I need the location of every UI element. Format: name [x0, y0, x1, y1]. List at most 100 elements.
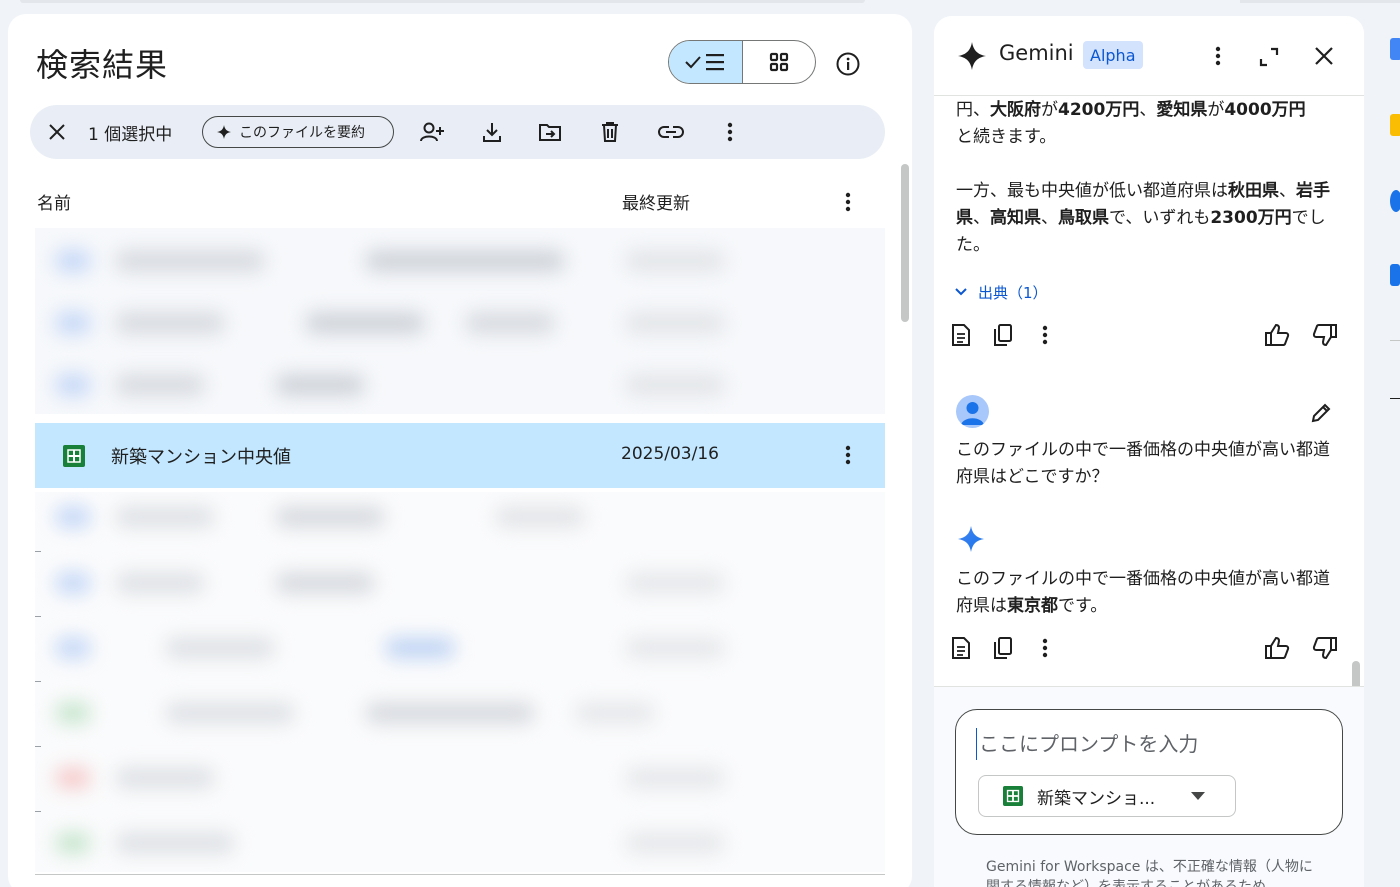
copy-button[interactable] [990, 322, 1016, 348]
close-icon [1315, 47, 1333, 65]
list-view-button[interactable] [669, 41, 743, 83]
row-more-button[interactable] [838, 443, 858, 467]
thumbs-up-icon [1265, 636, 1290, 659]
thumbs-down-icon [1312, 637, 1337, 660]
edit-prompt-button[interactable] [1310, 402, 1334, 426]
thumbs-down-button[interactable] [1312, 635, 1338, 661]
row-divider-tick [35, 551, 41, 552]
user-question: このファイルの中で一番価格の中央値が高い都道府県はどこですか？ [956, 440, 1330, 487]
copy-icon [994, 324, 1012, 346]
clear-selection-button[interactable] [44, 105, 70, 159]
grid-view-button[interactable] [743, 41, 816, 83]
previous-answer-text: 円、大阪府が4200万円、愛知県が4000万円 と続きます。 [956, 100, 1306, 147]
check-list-icon [685, 54, 725, 71]
gemini-more-button[interactable] [1208, 44, 1228, 68]
selected-file-row[interactable]: 新築マンション中央値 2025/03/16 [35, 423, 885, 488]
calendar-app-icon[interactable] [1390, 38, 1400, 60]
more-vert-icon [727, 122, 733, 142]
file-context-dropdown[interactable]: 新築マンショ... [978, 775, 1236, 817]
gemini-header: Gemini Alpha [934, 16, 1364, 96]
thumbs-down-button[interactable] [1312, 322, 1338, 348]
more-vert-icon [1215, 46, 1221, 66]
row-divider-tick [35, 681, 41, 682]
delete-button[interactable] [598, 105, 622, 159]
export-doc-button[interactable] [948, 322, 974, 348]
document-icon [952, 324, 970, 346]
gemini-sparkle-icon [958, 526, 984, 556]
info-button[interactable] [834, 50, 862, 78]
alpha-badge: Alpha [1083, 41, 1143, 69]
sheets-icon [1003, 786, 1023, 806]
pencil-icon [1311, 403, 1331, 423]
row-divider-tick [35, 811, 41, 812]
sources-toggle[interactable]: 出典（1） [954, 280, 1048, 304]
share-button[interactable] [418, 105, 448, 159]
info-icon [836, 52, 860, 76]
selection-toolbar: 1 個選択中 このファイルを要約 [30, 105, 885, 159]
page-title: 検索結果 [36, 46, 169, 84]
row-divider-tick [35, 746, 41, 747]
document-icon [952, 637, 970, 659]
chevron-down-icon [955, 288, 967, 296]
gemini-side-panel: Gemini Alpha 円、大阪府が4200万円、愛知県が4000万円 と続き… [934, 16, 1364, 887]
copy-link-button[interactable] [656, 105, 686, 159]
contacts-app-icon[interactable] [1390, 264, 1400, 286]
sources-label: 出典（1） [978, 283, 1048, 302]
more-vert-icon [845, 445, 851, 465]
list-bottom-divider [35, 874, 885, 875]
close-gemini-button[interactable] [1314, 46, 1338, 70]
more-actions-button[interactable] [720, 105, 740, 159]
prompt-input[interactable] [976, 728, 1316, 760]
thumbs-down-icon [1312, 324, 1337, 347]
results-scrollbar[interactable] [901, 164, 909, 322]
file-modified-date: 2025/03/16 [621, 444, 719, 464]
previous-answer-paragraph: 一方、最も中央値が低い都道府県は秋田県、岩手県、高知県、鳥取県で、いずれも230… [956, 181, 1330, 255]
add-app-icon[interactable] [1390, 398, 1400, 399]
trash-icon [602, 122, 618, 142]
summarize-file-button[interactable]: このファイルを要約 [202, 116, 394, 148]
top-edge-right [1240, 0, 1400, 3]
rail-divider [1390, 340, 1400, 341]
link-icon [658, 126, 684, 138]
gemini-reply-text: このファイルの中で一番価格の中央値が高い都道府県は東京都です。 [956, 569, 1330, 616]
expand-button[interactable] [1258, 46, 1282, 70]
more-vert-icon [1042, 325, 1048, 345]
blurred-file-rows-bottom [35, 492, 885, 872]
column-header-name[interactable]: 名前 [37, 189, 71, 214]
more-vert-icon [845, 192, 851, 212]
close-icon [49, 124, 65, 140]
thumbs-up-icon [1265, 323, 1290, 346]
prompt-box: 新築マンショ... [955, 709, 1343, 835]
gemini-sparkle-icon [958, 42, 986, 70]
more-vert-icon [1042, 638, 1048, 658]
response-actions-2 [948, 635, 1348, 663]
grid-icon [769, 52, 788, 72]
column-options-button[interactable] [838, 190, 858, 214]
prompt-composer: 新築マンショ... Gemini for Workspace は、不正確な情報（… [934, 686, 1364, 887]
search-results-panel: 検索結果 1 個選択中 このファイルを要約 名前 最終更新 新築マンション中央値… [8, 14, 912, 887]
add-person-icon [420, 122, 444, 142]
view-toggle[interactable] [668, 40, 816, 84]
thumbs-up-button[interactable] [1264, 635, 1290, 661]
response-more-button[interactable] [1032, 322, 1058, 348]
avatar [956, 395, 989, 428]
copy-icon [994, 637, 1012, 659]
move-button[interactable] [536, 105, 564, 159]
export-doc-button[interactable] [948, 635, 974, 661]
tasks-app-icon[interactable] [1390, 190, 1400, 212]
download-button[interactable] [480, 105, 504, 159]
disclaimer-text: Gemini for Workspace は、不正確な情報（人物に関する情報など… [986, 859, 1313, 887]
download-icon [483, 123, 501, 142]
row-divider-tick [35, 616, 41, 617]
copy-button[interactable] [990, 635, 1016, 661]
gemini-title: Gemini [999, 41, 1074, 65]
file-name: 新築マンション中央値 [111, 447, 291, 468]
summarize-label: このファイルを要約 [239, 125, 365, 141]
keep-app-icon[interactable] [1390, 114, 1400, 136]
response-more-button[interactable] [1032, 635, 1058, 661]
thumbs-up-button[interactable] [1264, 322, 1290, 348]
top-edge [20, 0, 865, 3]
response-actions-1 [948, 322, 1348, 350]
column-header-modified[interactable]: 最終更新 [622, 189, 690, 214]
sparkle-icon [217, 125, 231, 139]
